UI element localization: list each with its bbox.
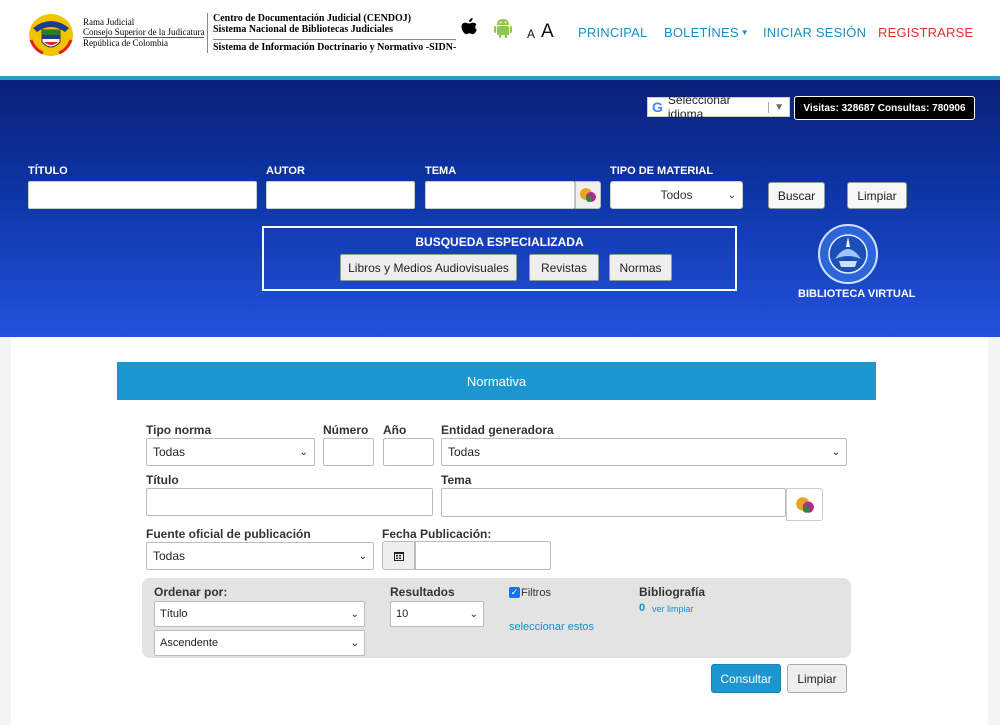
- tipo-norma-label: Tipo norma: [146, 423, 212, 437]
- chevron-down-icon: ⌄: [350, 608, 359, 620]
- entidad-select[interactable]: Todas ⌄: [441, 438, 847, 466]
- buscar-button[interactable]: Buscar: [768, 182, 825, 209]
- org-line: República de Colombia: [83, 38, 168, 48]
- limpiar-button[interactable]: Limpiar: [847, 182, 907, 209]
- calendar-icon: [393, 551, 404, 561]
- cendoj-line: Sistema Nacional de Bibliotecas Judicial…: [213, 24, 393, 35]
- ver-limpiar-link[interactable]: ver limpiar: [652, 604, 694, 614]
- fecha-input[interactable]: [415, 541, 551, 570]
- titulo-field-label: Título: [146, 473, 179, 487]
- consultar-button[interactable]: Consultar: [711, 664, 781, 693]
- bibliografia-label: Bibliografía: [639, 585, 706, 599]
- anio-input[interactable]: [383, 438, 434, 466]
- nav-iniciar-sesion[interactable]: INICIAR SESIÓN: [763, 25, 866, 40]
- font-increase-button[interactable]: A: [541, 21, 554, 43]
- nav-boletines[interactable]: BOLETÍNES ▼: [664, 25, 749, 40]
- organization-name: Rama Judicial Consejo Superior de la Jud…: [83, 17, 205, 48]
- order-direction-select[interactable]: Ascendente ⌄: [154, 630, 365, 656]
- chevron-down-icon: ⌄: [831, 446, 840, 458]
- numero-input[interactable]: [323, 438, 374, 466]
- libros-button[interactable]: Libros y Medios Audiovisuales: [340, 254, 517, 281]
- chevron-down-icon: ⌄: [469, 608, 478, 620]
- caret-down-icon: ▼: [740, 28, 749, 37]
- revistas-button[interactable]: Revistas: [529, 254, 599, 281]
- thesaurus-icon: [580, 188, 596, 202]
- resultados-value: 10: [396, 608, 409, 620]
- apple-icon[interactable]: [460, 17, 478, 37]
- android-icon[interactable]: [493, 17, 513, 39]
- fuente-value: Todas: [153, 549, 186, 563]
- filtros-checkbox[interactable]: ✓: [509, 587, 520, 598]
- order-field-select[interactable]: Título ⌄: [154, 601, 365, 627]
- calendar-button[interactable]: [382, 541, 415, 570]
- cendoj-line: Centro de Documentación Judicial (CENDOJ…: [213, 13, 412, 24]
- numero-label: Número: [323, 423, 369, 437]
- tema-picker-button[interactable]: [575, 181, 601, 209]
- anio-label: Año: [383, 423, 407, 437]
- nav-registrarse[interactable]: REGISTRARSE: [878, 25, 973, 40]
- org-line: Rama Judicial: [83, 17, 135, 27]
- normas-button[interactable]: Normas: [609, 254, 672, 281]
- form-limpiar-button[interactable]: Limpiar: [787, 664, 847, 693]
- thesaurus-icon: [795, 496, 814, 513]
- specialized-search-title: BUSQUEDA ESPECIALIZADA: [415, 235, 584, 249]
- top-navbar: Rama Judicial Consejo Superior de la Jud…: [0, 0, 1000, 76]
- specialized-search-box: BUSQUEDA ESPECIALIZADA Libros y Medios A…: [262, 226, 737, 291]
- tipo-material-select[interactable]: Todos ⌄: [610, 181, 743, 209]
- chevron-down-icon: ⌄: [358, 550, 367, 562]
- autor-label: AUTOR: [266, 165, 305, 177]
- coat-of-arms-logo[interactable]: [27, 10, 75, 58]
- tipo-norma-select[interactable]: Todas ⌄: [146, 438, 315, 466]
- titulo-label: TÍTULO: [28, 165, 68, 177]
- tema-field-input[interactable]: [441, 488, 786, 517]
- fecha-label: Fecha Publicación:: [382, 527, 492, 541]
- entidad-value: Todas: [448, 445, 481, 459]
- google-icon: G: [652, 99, 663, 115]
- language-selector-label: Seleccionar idioma: [667, 93, 731, 121]
- resultados-select[interactable]: 10 ⌄: [390, 601, 484, 627]
- fuente-select[interactable]: Todas ⌄: [146, 542, 374, 570]
- bibliografia-count: 0: [639, 602, 646, 614]
- entidad-label: Entidad generadora: [441, 423, 554, 437]
- tema-label: TEMA: [425, 165, 457, 177]
- ordenar-label: Ordenar por:: [154, 585, 228, 599]
- dropdown-arrow-icon: ▼: [768, 101, 789, 113]
- font-decrease-button[interactable]: A: [527, 27, 535, 41]
- nav-principal[interactable]: PRINCIPAL: [578, 25, 647, 40]
- panel-title: Normativa: [117, 362, 876, 400]
- cendoj-title: Centro de Documentación Judicial (CENDOJ…: [207, 13, 457, 53]
- tema-field-picker-button[interactable]: [786, 488, 823, 521]
- visits-counter: Visitas: 328687 Consultas: 780906: [794, 96, 975, 120]
- filtros-label: Filtros: [521, 587, 551, 599]
- fuente-label: Fuente oficial de publicación: [146, 527, 311, 541]
- autor-input[interactable]: [266, 181, 415, 209]
- chevron-down-icon: ⌄: [727, 189, 736, 201]
- language-selector[interactable]: G Seleccionar idioma ▼: [647, 93, 790, 121]
- tema-input[interactable]: [425, 181, 575, 209]
- tipo-material-value: Todos: [660, 188, 693, 202]
- seleccionar-estos-link[interactable]: seleccionar estos: [509, 621, 594, 633]
- chevron-down-icon: ⌄: [299, 446, 308, 458]
- order-direction-value: Ascendente: [160, 637, 219, 649]
- nav-boletines-label: BOLETÍNES: [664, 25, 739, 40]
- titulo-field-input[interactable]: [146, 488, 433, 516]
- tipo-norma-value: Todas: [153, 445, 186, 459]
- chevron-down-icon: ⌄: [350, 637, 359, 649]
- biblioteca-virtual-emblem[interactable]: [815, 223, 881, 285]
- org-line: Consejo Superior de la Judicatura: [83, 27, 205, 38]
- sidn-line: Sistema de Información Doctrinario y Nor…: [213, 39, 457, 53]
- resultados-label: Resultados: [390, 585, 455, 599]
- order-field-value: Título: [160, 608, 188, 620]
- biblioteca-virtual-label[interactable]: BIBLIOTECA VIRTUAL: [798, 288, 916, 300]
- tema-field-label: Tema: [441, 473, 472, 487]
- tipo-material-label: TIPO DE MATERIAL: [610, 165, 714, 177]
- titulo-input[interactable]: [28, 181, 257, 209]
